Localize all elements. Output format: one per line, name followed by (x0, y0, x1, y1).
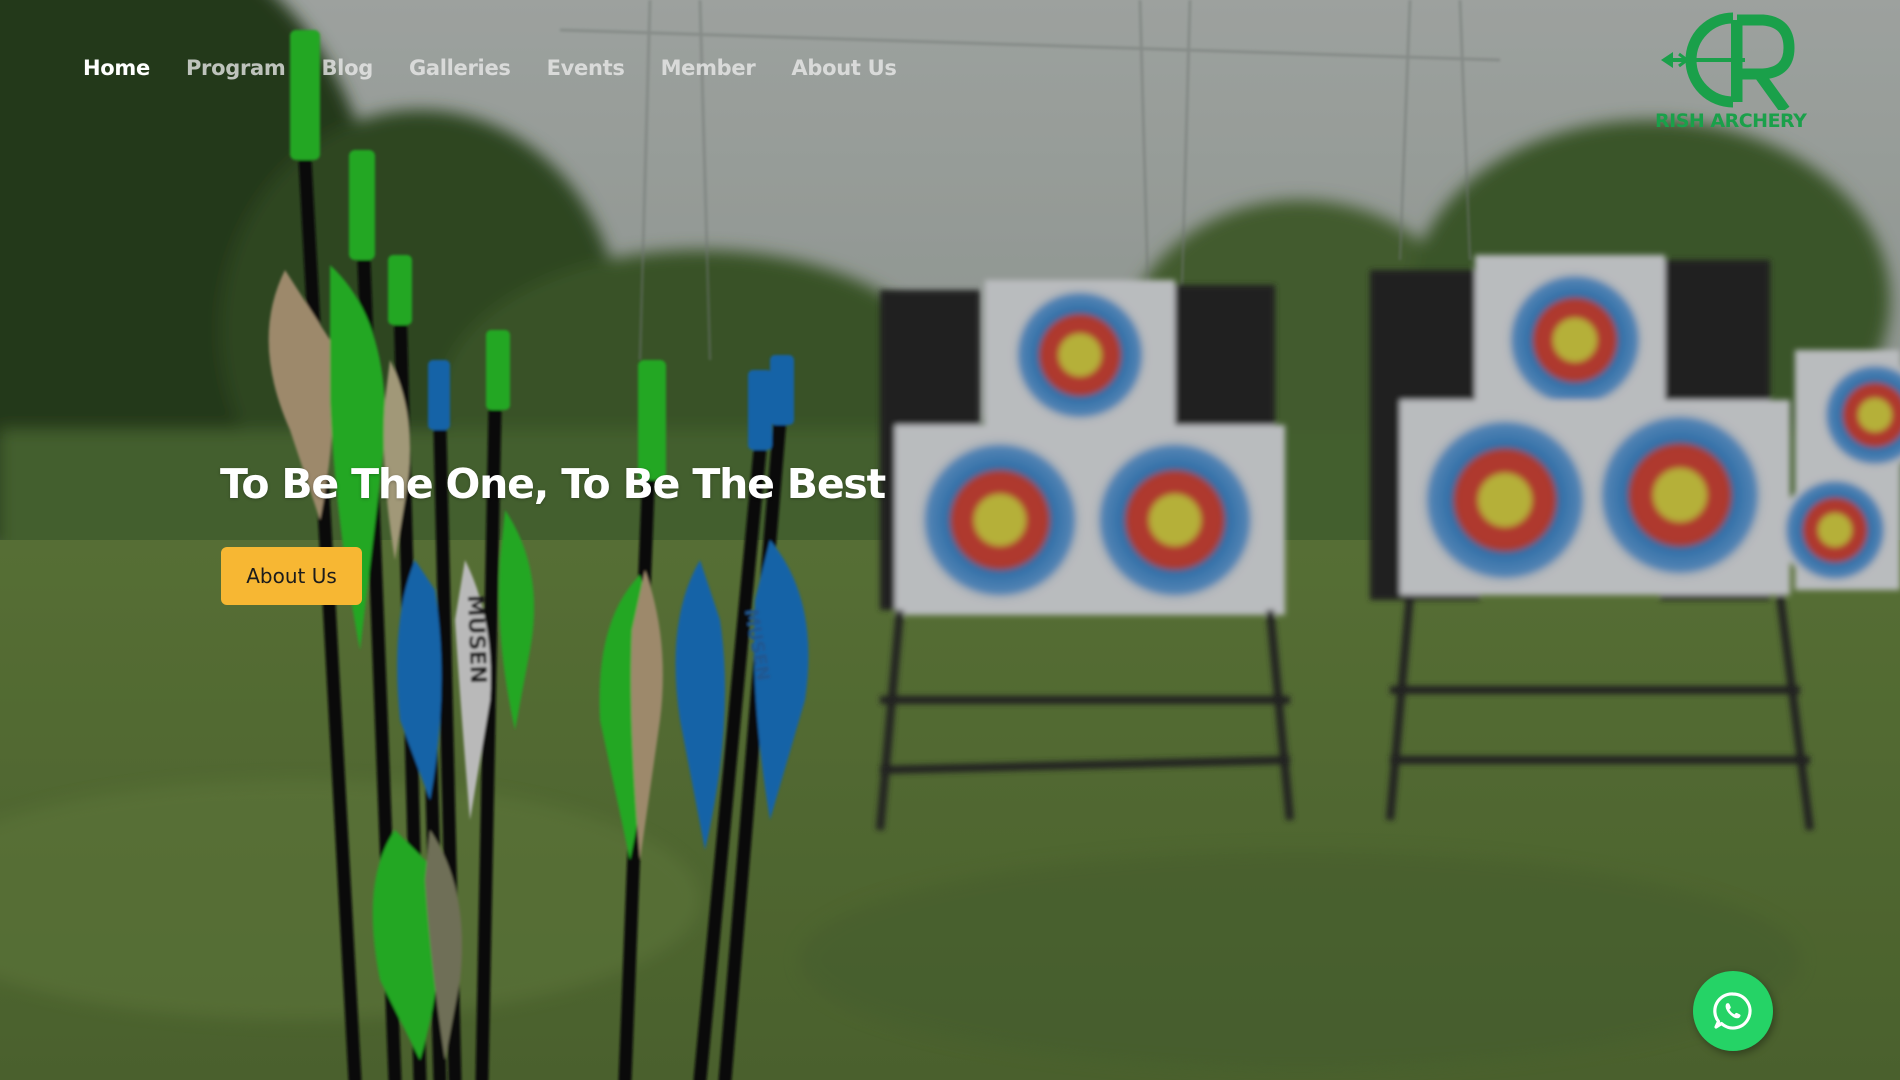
whatsapp-icon (1713, 992, 1752, 1030)
nav-home[interactable]: Home (83, 56, 150, 80)
main-navigation: Home Program Blog Galleries Events Membe… (83, 56, 897, 80)
nav-galleries[interactable]: Galleries (409, 56, 511, 80)
about-us-button[interactable]: About Us (221, 547, 362, 605)
nav-program[interactable]: Program (186, 56, 286, 80)
bow-arrow-logo-icon (1661, 12, 1795, 114)
nav-blog[interactable]: Blog (321, 56, 373, 80)
nav-about-us[interactable]: About Us (791, 56, 896, 80)
hero-headline: To Be The One, To Be The Best (220, 460, 886, 508)
hero-dim-overlay (0, 0, 1900, 1080)
hero-section: MUSEN MUSEN Home Program Blog Galleries … (0, 0, 1900, 1080)
nav-events[interactable]: Events (547, 56, 625, 80)
logo-text: RISH ARCHERY (1655, 110, 1807, 132)
site-logo[interactable]: RISH ARCHERY (1655, 10, 1807, 140)
whatsapp-button[interactable] (1693, 971, 1773, 1051)
nav-member[interactable]: Member (661, 56, 756, 80)
